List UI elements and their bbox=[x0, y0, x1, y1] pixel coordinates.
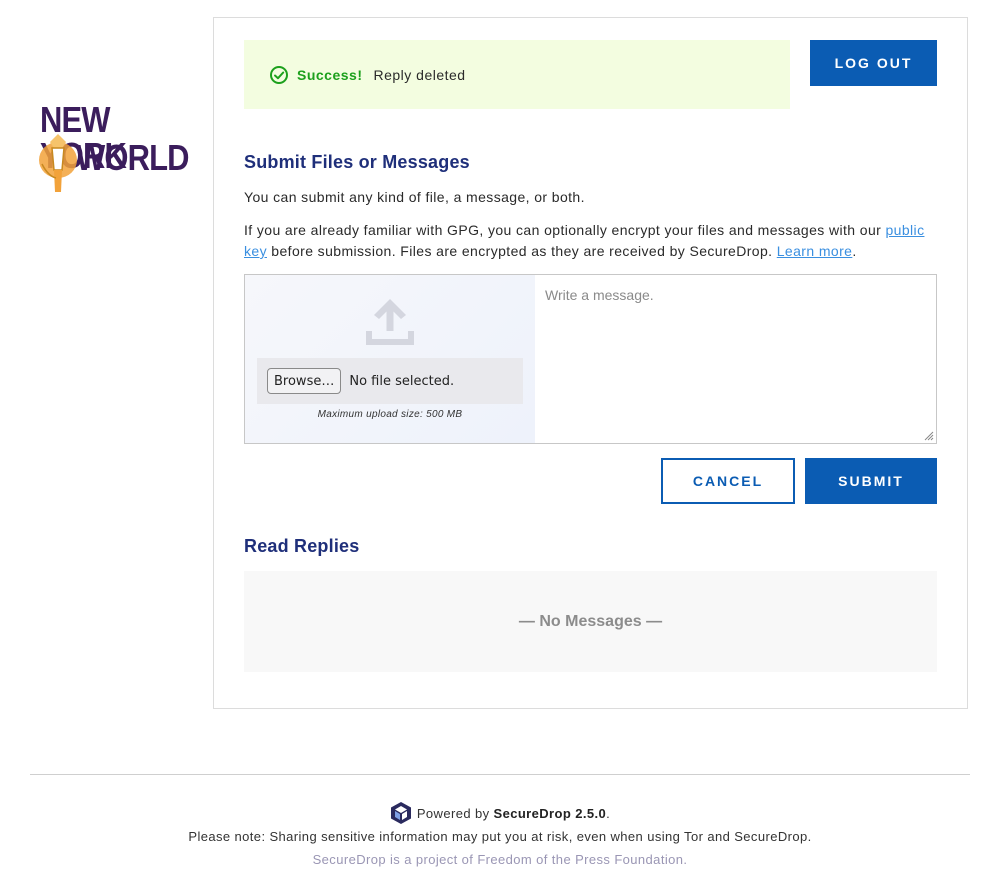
replies-heading: Read Replies bbox=[244, 536, 360, 556]
browse-button[interactable]: Browse… bbox=[267, 368, 342, 394]
submission-composer: Browse… No file selected. Maximum upload… bbox=[244, 274, 937, 444]
powered-by: Powered by SecureDrop 2.5.0 . bbox=[0, 801, 1000, 825]
powered-by-period: . bbox=[606, 805, 611, 821]
max-upload-size: Maximum upload size: 500 MB bbox=[317, 409, 463, 420]
file-status: No file selected. bbox=[349, 373, 455, 389]
submit-heading: Submit Files or Messages bbox=[244, 152, 470, 172]
file-input[interactable]: Browse… No file selected. bbox=[257, 358, 523, 404]
main-panel: Success! Reply deleted LOG OUT Submit Fi… bbox=[213, 17, 968, 709]
risk-note: Please note: Sharing sensitive informati… bbox=[188, 829, 812, 844]
logo-line-2: WORLD bbox=[76, 137, 189, 178]
project-note: SecureDrop is a project of Freedom of th… bbox=[312, 852, 688, 867]
file-drop-zone[interactable]: Browse… No file selected. Maximum upload… bbox=[245, 275, 535, 443]
flash-title: Success! bbox=[297, 66, 363, 83]
empty-replies: — No Messages — bbox=[244, 571, 937, 672]
securedrop-cube-icon bbox=[390, 802, 411, 824]
gpg-text-after: . bbox=[852, 243, 857, 259]
learn-more-link[interactable]: Learn more bbox=[777, 243, 853, 259]
empty-replies-text: — No Messages — bbox=[518, 612, 663, 630]
gpg-paragraph: If you are already familiar with GPG, yo… bbox=[244, 220, 934, 262]
powered-by-text: Powered by bbox=[416, 805, 490, 821]
gpg-text-middle: before submission. Files are encrypted a… bbox=[267, 243, 777, 259]
check-circle-icon bbox=[270, 65, 288, 84]
submit-intro: You can submit any kind of file, a messa… bbox=[244, 189, 585, 205]
resize-grip-icon[interactable] bbox=[924, 431, 934, 441]
submit-button[interactable]: SUBMIT bbox=[805, 458, 937, 504]
footer-divider bbox=[30, 774, 970, 775]
flash-message: Reply deleted bbox=[373, 66, 466, 83]
logout-button[interactable]: LOG OUT bbox=[810, 40, 937, 86]
org-logo: NEW YORK WORLD bbox=[36, 100, 189, 200]
success-flash: Success! Reply deleted bbox=[244, 40, 790, 109]
gpg-text-before: If you are already familiar with GPG, yo… bbox=[244, 222, 886, 238]
message-input[interactable] bbox=[535, 275, 936, 443]
cancel-button[interactable]: CANCEL bbox=[661, 458, 795, 504]
securedrop-version: SecureDrop 2.5.0 bbox=[493, 805, 607, 821]
upload-icon bbox=[366, 299, 414, 345]
